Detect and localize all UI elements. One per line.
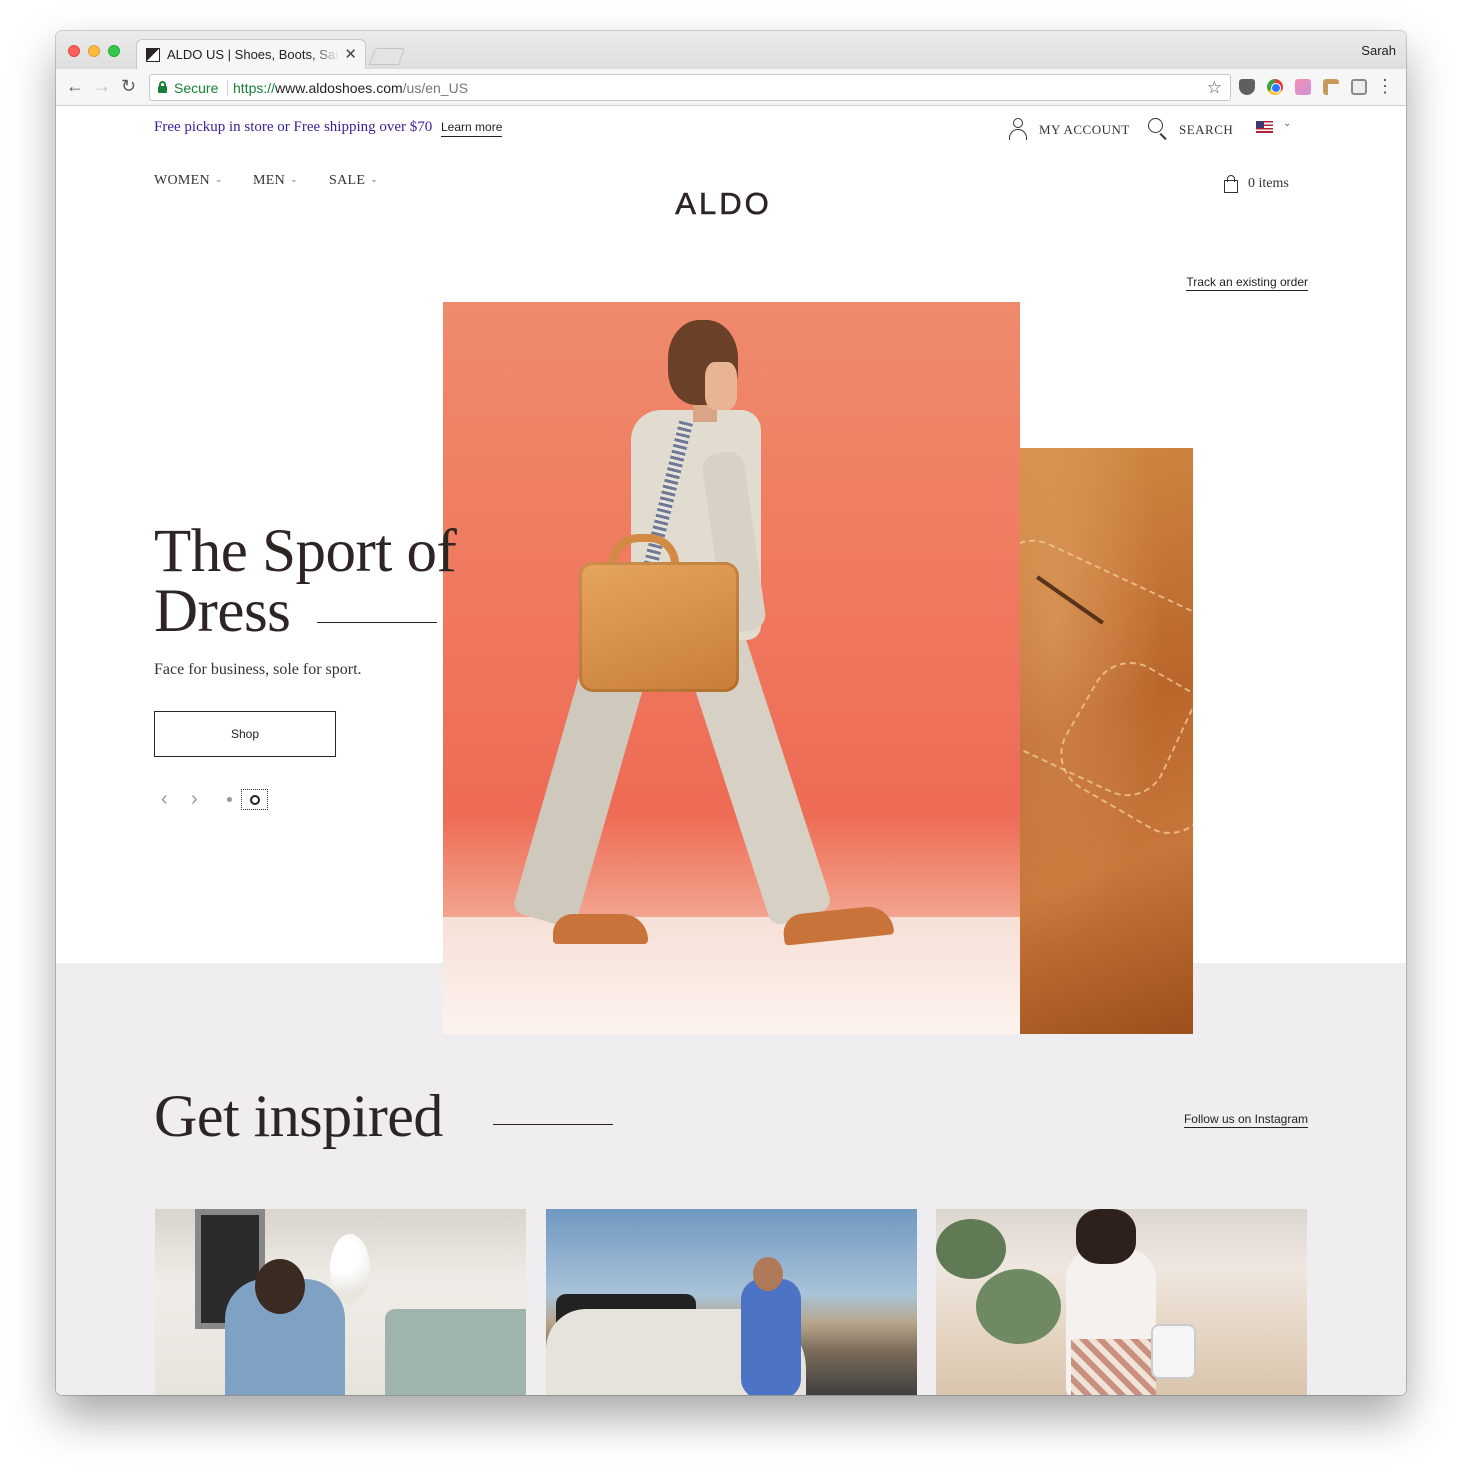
gradient-extension-icon[interactable]	[1295, 79, 1311, 95]
follow-instagram-link[interactable]: Follow us on Instagram	[1183, 1112, 1308, 1128]
forward-arrow-icon[interactable]: →	[93, 77, 111, 95]
hero-title-rule	[317, 622, 437, 623]
browser-window: ALDO US | Shoes, Boots, Sandals ✕ Sarah …	[56, 31, 1406, 1395]
aldo-homepage: Free pickup in store or Free shipping ov…	[56, 107, 1406, 1395]
user-icon	[1008, 117, 1028, 141]
aldo-favicon-icon	[146, 48, 160, 62]
address-bar[interactable]: Secure https://www.aldoshoes.com/us/en_U…	[149, 74, 1231, 101]
nav-item-women[interactable]: WOMEN ⌄	[154, 173, 223, 189]
bag-count-label: 0 items	[1248, 176, 1289, 191]
document-extension-icon[interactable]	[1351, 79, 1367, 95]
chevron-down-icon: ⌄	[290, 174, 298, 184]
secure-label: Secure	[174, 80, 219, 96]
chevron-down-icon: ⌄	[370, 174, 379, 184]
instagram-photo-3[interactable]	[936, 1209, 1307, 1395]
window-minimize-button[interactable]	[88, 45, 100, 57]
search-icon	[1148, 118, 1170, 140]
learn-more-link[interactable]: Learn more	[441, 120, 503, 137]
nav-sale-label: SALE	[329, 173, 366, 188]
browser-tab-aldo[interactable]: ALDO US | Shoes, Boots, Sandals ✕	[136, 39, 366, 70]
active-dot-icon	[250, 795, 260, 805]
lock-icon	[158, 81, 167, 93]
carousel-prev-icon[interactable]: ‹	[161, 788, 168, 811]
url-text[interactable]: https://www.aldoshoes.com/us/en_US	[233, 80, 468, 96]
search-label: SEARCH	[1179, 122, 1234, 137]
chevron-down-icon: ⌄	[1283, 118, 1292, 129]
carousel-dot-1[interactable]	[227, 797, 232, 802]
hero-subtitle: Face for business, sole for sport.	[154, 661, 362, 678]
back-arrow-icon[interactable]: ←	[66, 77, 84, 95]
nav-women-label: WOMEN	[154, 173, 210, 188]
us-flag-icon	[1256, 121, 1273, 133]
pocket-extension-icon[interactable]	[1239, 79, 1255, 95]
instagram-photo-1[interactable]	[155, 1209, 526, 1395]
reload-icon[interactable]: ↻	[121, 77, 136, 95]
profile-name[interactable]: Sarah	[1361, 43, 1396, 58]
shop-button[interactable]: Shop	[154, 711, 336, 757]
omnibox-separator	[227, 80, 228, 96]
aldo-logo[interactable]: ALDO	[656, 186, 791, 222]
carousel-dot-2-active[interactable]	[241, 789, 268, 810]
tools-extension-icon[interactable]	[1323, 79, 1339, 95]
new-tab-button[interactable]	[368, 48, 406, 65]
tab-title: ALDO US | Shoes, Boots, Sandals	[167, 47, 339, 62]
shopping-bag-icon	[1224, 175, 1238, 193]
hero-image-leather-detail	[1020, 448, 1193, 1034]
url-scheme: https://	[233, 80, 276, 96]
nav-item-sale[interactable]: SALE ⌄	[329, 173, 378, 189]
hero-title-line2: Dress	[154, 578, 291, 645]
browser-toolbar: ← → ↻ Secure https://www.aldoshoes.com/u…	[56, 69, 1406, 106]
hero-image-man-with-bag[interactable]	[443, 302, 1020, 1034]
nav-item-men[interactable]: MEN ⌄	[253, 173, 298, 189]
url-path: /us/en_US	[402, 80, 469, 96]
instagram-photo-2[interactable]	[546, 1209, 917, 1395]
carousel-next-icon[interactable]: ›	[191, 788, 198, 811]
nav-men-label: MEN	[253, 173, 286, 188]
inspired-title-rule	[493, 1124, 613, 1125]
my-account-label: MY ACCOUNT	[1039, 122, 1130, 137]
track-order-link[interactable]: Track an existing order	[1186, 275, 1308, 291]
bookmark-star-icon[interactable]: ☆	[1207, 78, 1222, 98]
hero-title: The Sport of Dress	[154, 521, 484, 645]
browser-menu-icon[interactable]: ⋮	[1376, 77, 1394, 95]
chevron-down-icon: ⌄	[214, 174, 223, 184]
color-picker-extension-icon[interactable]	[1267, 79, 1283, 95]
window-close-button[interactable]	[68, 45, 80, 57]
promo-banner-text: Free pickup in store or Free shipping ov…	[154, 119, 433, 135]
get-inspired-heading: Get inspired	[154, 1083, 443, 1149]
hero-title-line1: The Sport of	[154, 518, 457, 585]
url-host: www.aldoshoes.com	[275, 80, 403, 96]
title-bar: ALDO US | Shoes, Boots, Sandals ✕ Sarah	[56, 31, 1406, 70]
tab-close-icon[interactable]: ✕	[344, 45, 357, 63]
window-maximize-button[interactable]	[108, 45, 120, 57]
